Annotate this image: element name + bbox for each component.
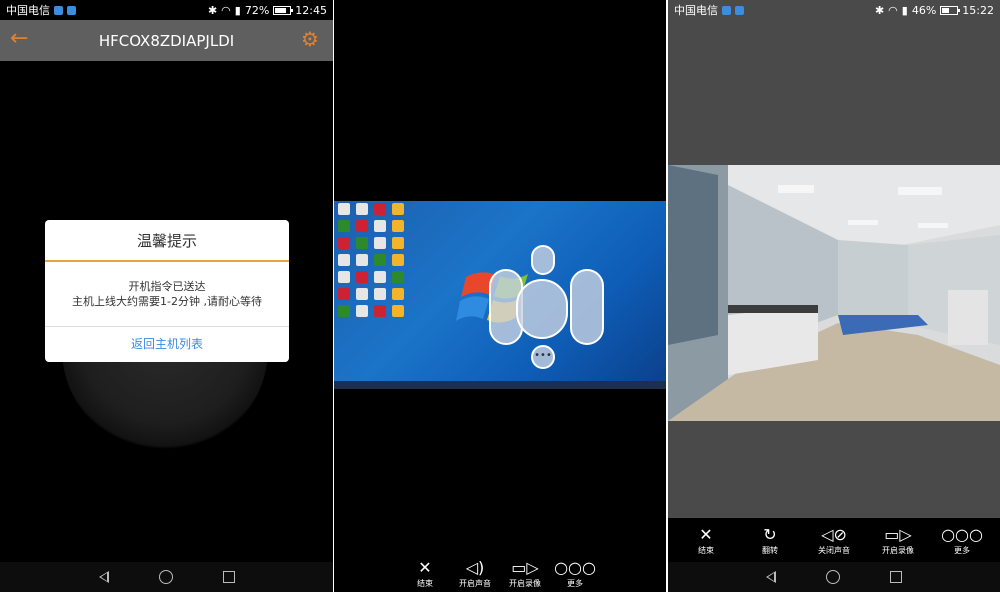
sound-on-button[interactable]: ◁) 开启声音	[456, 558, 494, 590]
notification-icon	[722, 5, 731, 15]
sound-off-button[interactable]: ◁⊘ 关闭声音	[815, 525, 853, 556]
carrier-label: 中国电信	[6, 4, 50, 17]
more-icon: ○○○	[554, 558, 596, 577]
nav-home-icon[interactable]	[158, 570, 173, 584]
record-button[interactable]: ▭▷ 开启录像	[879, 525, 917, 556]
nav-back-icon[interactable]	[766, 571, 776, 583]
control-toolbar: ✕ 结束 ◁) 开启声音 ▭▷ 开启录像 ○○○ 更多	[334, 558, 666, 590]
carrier: 中国电信	[6, 2, 76, 18]
close-icon: ✕	[418, 558, 432, 577]
record-button[interactable]: ▭▷ 开启录像	[506, 558, 544, 590]
battery-percent: 46%	[911, 3, 937, 17]
nav-home-icon[interactable]	[826, 570, 840, 584]
nav-recents-icon[interactable]	[222, 571, 235, 583]
windows-taskbar	[334, 381, 666, 389]
phone-screen-1: 中国电信 ✱ ◠ ▮ 72% 12:45 ← HFCOX8ZDIAPJLDI ⚙…	[0, 0, 333, 592]
wifi-icon: ◠	[888, 3, 898, 17]
clock: 12:45	[295, 3, 327, 17]
bluetooth-icon: ✱	[874, 3, 885, 17]
return-host-list-button[interactable]: 返回主机列表	[45, 326, 289, 360]
status-bar: 中国电信 ✱ ◠ ▮ 72% 12:45	[0, 0, 333, 20]
rotate-button[interactable]: ↻ 翻转	[751, 525, 789, 556]
control-toolbar: ✕ 结束 ↻ 翻转 ◁⊘ 关闭声音 ▭▷ 开启录像 ○○○ 更多	[668, 518, 1000, 562]
end-button[interactable]: ✕ 结束	[406, 558, 444, 590]
lab-room-image	[668, 165, 1000, 421]
system-nav-bar	[668, 562, 1000, 592]
clock: 15:22	[962, 3, 994, 17]
end-button[interactable]: ✕ 结束	[687, 525, 725, 556]
notice-dialog: 温馨提示 开机指令已送达 主机上线大约需要1-2分钟 ,请耐心等待 返回主机列表	[45, 220, 289, 362]
rotate-icon: ↻	[763, 524, 777, 544]
wifi-icon: ◠	[221, 3, 231, 17]
desktop-icons	[338, 203, 408, 317]
bluetooth-icon: ✱	[207, 3, 218, 17]
nav-back-icon[interactable]	[98, 571, 109, 583]
battery-icon	[273, 5, 294, 15]
video-camera-icon: ▭▷	[511, 558, 539, 577]
carrier: 中国电信	[674, 2, 744, 18]
battery-icon	[940, 5, 961, 15]
more-icon: ○○○	[941, 524, 983, 544]
more-button[interactable]: ○○○ 更多	[941, 524, 983, 556]
notification-icon	[54, 5, 63, 15]
signal-icon: ▮	[234, 3, 241, 17]
status-bar: 中国电信 ✱ ◠ ▮ 46% 15:22	[668, 0, 1000, 20]
video-camera-icon: ▭▷	[884, 524, 912, 544]
joystick-up[interactable]	[531, 245, 555, 275]
app-bar: ← HFCOX8ZDIAPJLDI ⚙	[0, 20, 333, 61]
camera-video-view[interactable]	[668, 165, 1000, 421]
signal-icon: ▮	[901, 3, 908, 17]
close-icon: ✕	[699, 524, 713, 544]
dialog-title: 温馨提示	[45, 220, 289, 262]
arrow-left-icon[interactable]: ←	[10, 28, 32, 50]
status-right: ✱ ◠ ▮ 46% 15:22	[875, 4, 994, 17]
phone-screen-3: 中国电信 ✱ ◠ ▮ 46% 15:22 ✕ 结束 ↻ 翻转 ◁⊘ 关闭声音 ▭…	[668, 0, 1000, 592]
dialog-line-1: 开机指令已送达	[128, 280, 206, 293]
remote-desktop-view[interactable]: •••	[334, 201, 666, 389]
status-right: ✱ ◠ ▮ 72% 12:45	[208, 4, 327, 17]
joystick-right[interactable]	[570, 269, 604, 345]
dialog-line-2: 主机上线大约需要1-2分钟 ,请耐心等待	[72, 295, 262, 308]
system-nav-bar	[0, 562, 333, 592]
phone-screen-2: ••• ✕ 结束 ◁) 开启声音 ▭▷ 开启录像 ○○○ 更多	[334, 0, 666, 592]
joystick-center[interactable]	[516, 279, 568, 339]
speaker-icon: ◁)	[465, 558, 485, 577]
battery-percent: 72%	[244, 3, 270, 17]
mute-icon: ◁⊘	[821, 524, 847, 544]
nav-recents-icon[interactable]	[890, 571, 902, 583]
notification-icon	[67, 5, 76, 15]
more-button[interactable]: ○○○ 更多	[554, 558, 596, 590]
page-title: HFCOX8ZDIAPJLDI	[98, 31, 235, 50]
notification-icon	[735, 5, 744, 15]
dialog-message: 开机指令已送达 主机上线大约需要1-2分钟 ,请耐心等待	[45, 262, 289, 326]
carrier-label: 中国电信	[674, 4, 718, 17]
more-button[interactable]: •••	[531, 345, 555, 369]
gear-icon[interactable]: ⚙	[301, 28, 323, 50]
